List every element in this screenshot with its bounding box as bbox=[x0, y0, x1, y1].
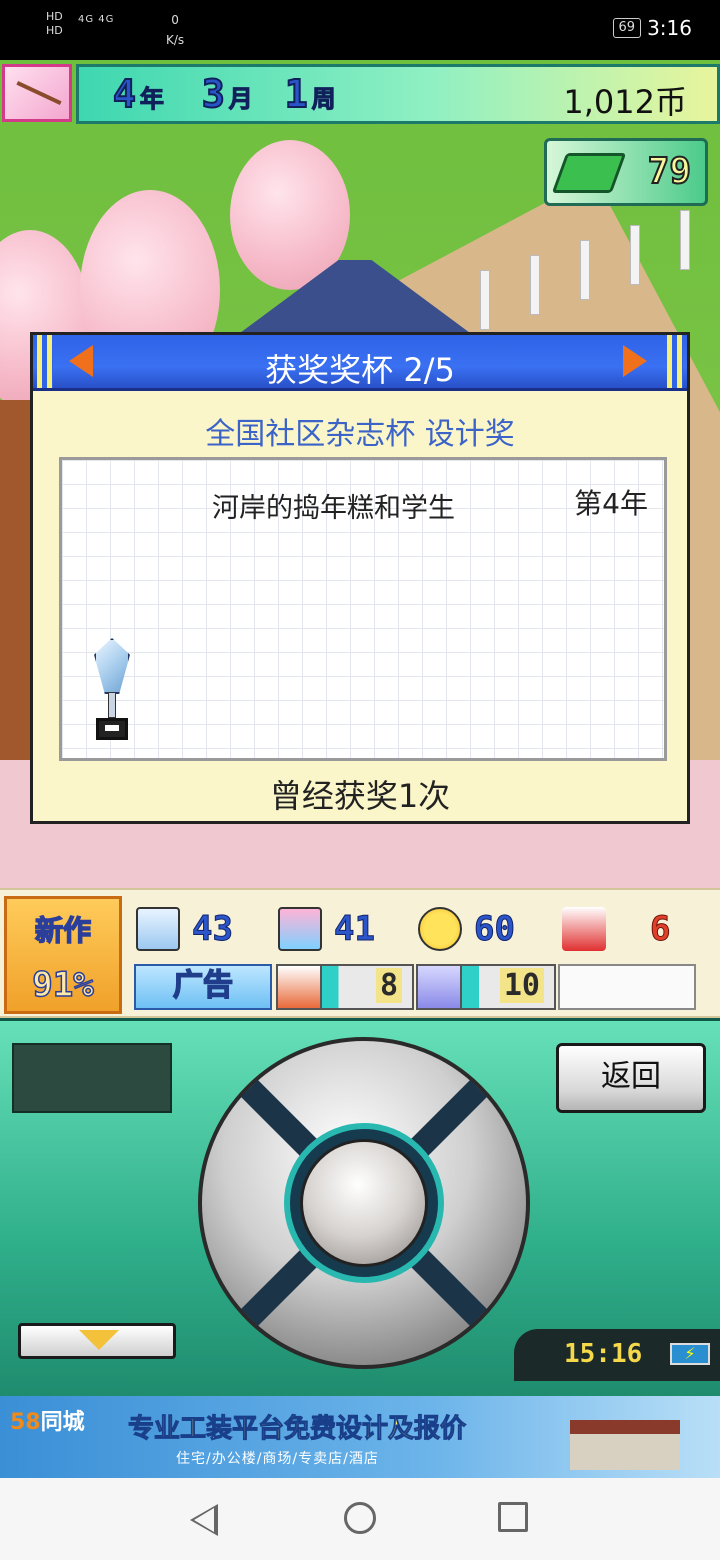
menu-toggle-button[interactable] bbox=[18, 1323, 176, 1359]
printer-icon bbox=[562, 907, 606, 951]
stat-print: 6 bbox=[562, 906, 671, 952]
recent-apps-icon[interactable] bbox=[498, 1502, 528, 1532]
fence bbox=[460, 210, 720, 330]
home-icon[interactable] bbox=[344, 1502, 376, 1534]
week: 1 周 bbox=[284, 71, 336, 117]
computer-icon bbox=[418, 966, 462, 1008]
ad-headline: 专业工装平台免费设计及报价 bbox=[127, 1414, 467, 1445]
research-books[interactable]: 79 bbox=[544, 138, 708, 206]
book-icon bbox=[551, 153, 627, 193]
gauge-computer: 10 bbox=[416, 964, 556, 1010]
camera-icon bbox=[278, 907, 322, 951]
stat-value: 6 bbox=[649, 909, 671, 950]
game-title: 河岸的捣年糕和学生 bbox=[212, 493, 455, 524]
dpad-center-button[interactable] bbox=[300, 1139, 428, 1267]
year: 4 年 bbox=[112, 71, 164, 117]
speed-value: 0 bbox=[171, 13, 179, 27]
sakura-tile-icon[interactable] bbox=[2, 64, 72, 122]
virtual-controller: 返回 15:16 ⚡ bbox=[0, 1018, 720, 1396]
network-signal: 4G 4G bbox=[78, 14, 115, 25]
network-speed: 0 K/s bbox=[166, 10, 184, 50]
house-image bbox=[570, 1420, 680, 1470]
new-work-progress: 91% bbox=[32, 964, 95, 1006]
gauge-food: 8 bbox=[276, 964, 414, 1010]
header-stripe bbox=[667, 335, 683, 388]
clock-panel: 15:16 ⚡ bbox=[514, 1329, 720, 1381]
next-arrow-icon[interactable] bbox=[623, 345, 647, 377]
game-clock: 15:16 bbox=[564, 1339, 643, 1369]
empty-slot bbox=[558, 964, 696, 1010]
award-dialog: 获奖奖杯 2/5 全国社区杂志杯 设计奖 河岸的捣年糕和学生 第4年 曾经获奖1… bbox=[30, 332, 690, 824]
sim2-label: HD bbox=[46, 24, 63, 37]
back-button[interactable]: 返回 bbox=[556, 1043, 706, 1113]
status-bar: HD HD 4G 4G 0 K/s 69 3:16 bbox=[0, 0, 720, 60]
gauge-value: 10 bbox=[499, 968, 544, 1003]
clock-time: 3:16 bbox=[647, 16, 692, 40]
stat-planning: 43 bbox=[136, 906, 233, 952]
back-icon[interactable] bbox=[190, 1504, 218, 1536]
notebook-icon bbox=[136, 907, 180, 951]
sim1-label: HD bbox=[46, 10, 63, 23]
award-panel: 河岸的捣年糕和学生 第4年 bbox=[59, 457, 667, 761]
book-count: 79 bbox=[647, 150, 692, 193]
speed-unit: K/s bbox=[166, 33, 185, 47]
stat-value: 43 bbox=[192, 909, 234, 950]
stat-value: 41 bbox=[334, 909, 376, 950]
bowl-icon bbox=[278, 966, 322, 1008]
triangle-down-icon bbox=[79, 1330, 119, 1350]
dpad[interactable] bbox=[198, 1037, 530, 1369]
gauge-value: 8 bbox=[375, 968, 402, 1003]
date-bar: 4 年 3 月 1 周 1,012币 bbox=[76, 64, 720, 124]
battery-icon: 69 bbox=[612, 18, 642, 38]
sim-indicators: HD HD bbox=[46, 10, 63, 38]
stats-strip: 新作 91% 43 41 60 6 广告 8 10 bbox=[0, 888, 720, 1018]
status-right: 69 3:16 bbox=[612, 16, 692, 40]
award-year: 第4年 bbox=[574, 487, 648, 520]
ad-logo: 58同城 bbox=[10, 1410, 85, 1435]
system-nav-bar bbox=[0, 1478, 720, 1560]
award-name: 全国社区杂志杯 设计奖 bbox=[205, 417, 515, 452]
ad-subtitle: 住宅/办公楼/商场/专卖店/酒店 bbox=[176, 1451, 379, 1467]
new-work-label: 新作 bbox=[34, 913, 92, 948]
ad-banner[interactable]: 58同城 专业工装平台免费设计及报价 住宅/办公楼/商场/专卖店/酒店 bbox=[0, 1396, 720, 1478]
display-slot bbox=[12, 1043, 172, 1113]
smiley-icon bbox=[418, 907, 462, 951]
ad-label[interactable]: 广告 bbox=[134, 964, 272, 1010]
dialog-header: 获奖奖杯 2/5 bbox=[33, 335, 687, 391]
trophy-icon bbox=[90, 638, 134, 742]
new-work-badge[interactable]: 新作 91% bbox=[4, 896, 122, 1014]
stat-art: 41 bbox=[278, 906, 375, 952]
dialog-title: 获奖奖杯 2/5 bbox=[265, 351, 455, 389]
charging-icon: ⚡ bbox=[670, 1343, 710, 1365]
month: 3 月 bbox=[201, 71, 253, 117]
coin-balance: 1,012币 bbox=[563, 83, 687, 121]
times-won: 曾经获奖1次 bbox=[269, 777, 451, 815]
stat-fun: 60 bbox=[418, 906, 515, 952]
stat-value: 60 bbox=[474, 909, 516, 950]
